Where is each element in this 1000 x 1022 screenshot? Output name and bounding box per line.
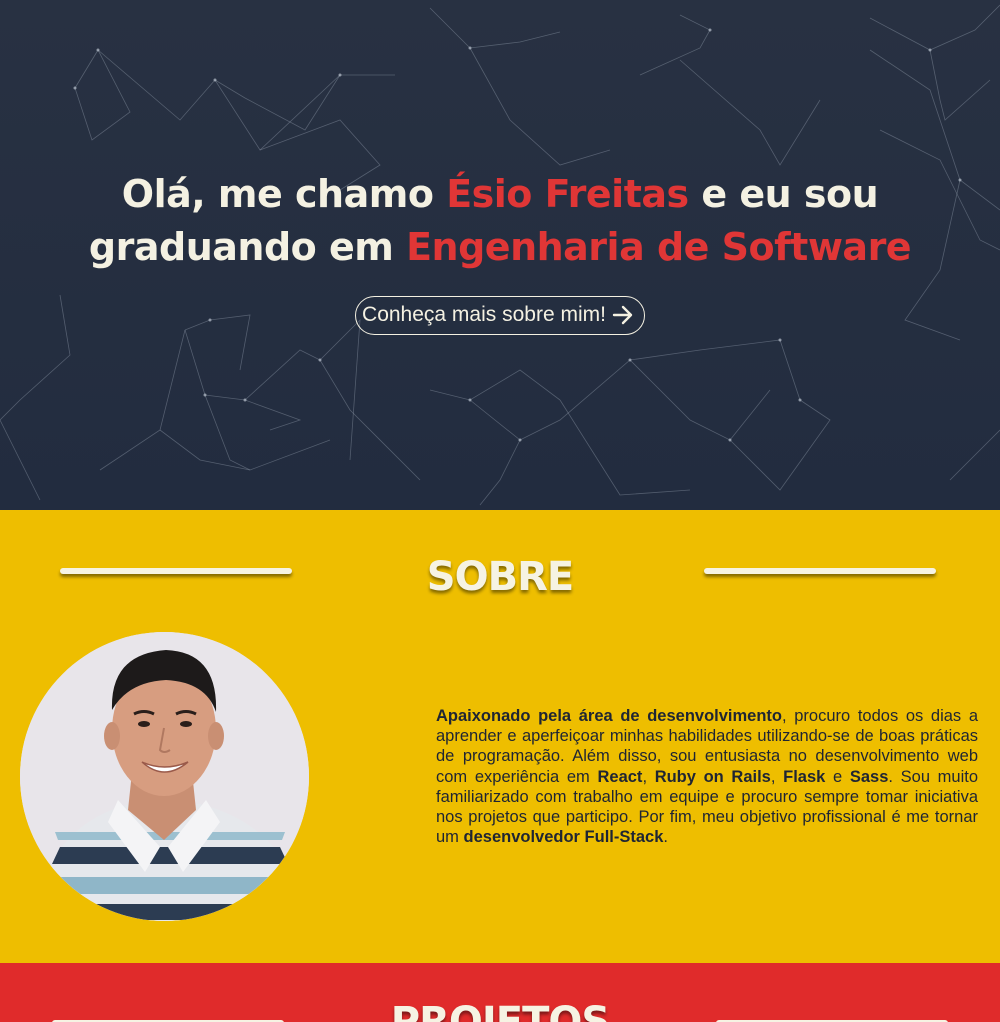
separator-3: e (825, 767, 850, 786)
learn-more-button[interactable]: Conheça mais sobre mim! (355, 296, 645, 335)
title-divider-right (704, 568, 936, 574)
headline-intro: Olá, me chamo (121, 172, 447, 216)
projects-section: PROJETOS (0, 963, 1000, 1022)
separator-1: , (642, 767, 655, 786)
about-text-end: . (663, 828, 669, 847)
hero-section: Olá, me chamo Ésio Freitas e eu sou grad… (0, 0, 1000, 510)
headline-intro-end: e eu sou (688, 172, 879, 216)
projects-title: PROJETOS (390, 999, 610, 1022)
tech-react: React (597, 767, 643, 786)
hero-content: Olá, me chamo Ésio Freitas e eu sou grad… (0, 168, 1000, 335)
course-highlight: Engenharia de Software (406, 225, 912, 269)
tech-rails: Ruby on Rails (654, 767, 771, 786)
separator-2: , (770, 767, 784, 786)
tech-flask: Flask (783, 767, 826, 786)
about-description: Apaixonado pela área de desenvolvimento,… (436, 706, 978, 847)
about-title: SOBRE (426, 554, 574, 600)
goal-highlight: desenvolvedor Full-Stack (463, 828, 664, 847)
profile-photo (20, 632, 309, 921)
name-highlight: Ésio Freitas (446, 172, 689, 216)
learn-more-label: Conheça mais sobre mim! (362, 303, 606, 326)
passion-highlight: Apaixonado pela área de desenvolvimento (436, 707, 783, 725)
about-section: SOBRE Apaixonado pela área de desenvolvi… (0, 510, 1000, 963)
hero-headline: Olá, me chamo Ésio Freitas e eu sou grad… (0, 168, 1000, 274)
tech-sass: Sass (849, 767, 889, 786)
arrow-right-icon (612, 305, 633, 325)
headline-course-intro: graduando em (88, 225, 407, 269)
